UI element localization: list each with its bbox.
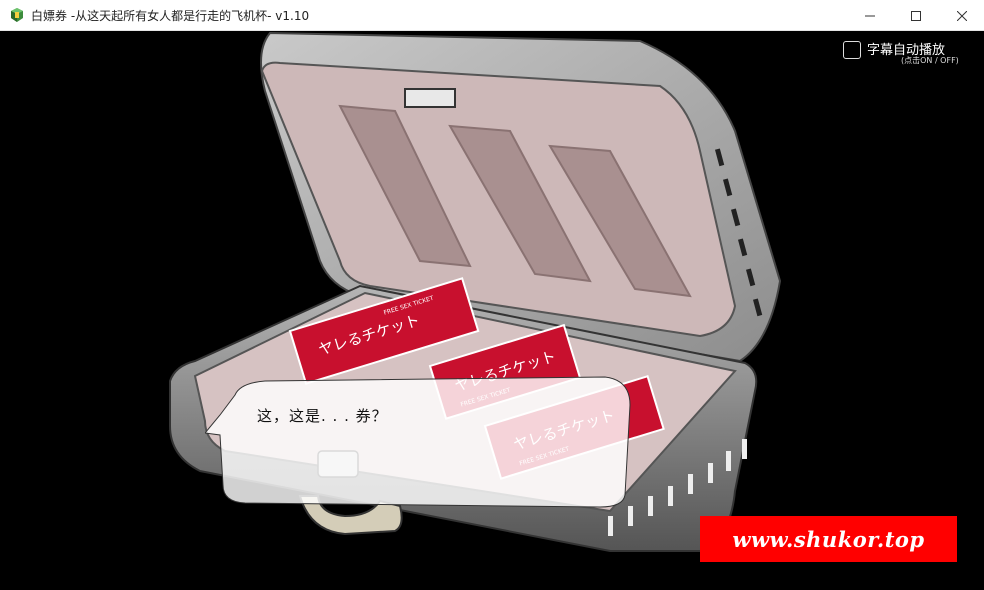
close-icon	[957, 10, 967, 21]
game-scene[interactable]: ヤレるチケット FREE SEX TICKET ヤレるチケット FREE SEX…	[0, 31, 984, 590]
subtitle-hint: (点击ON / OFF)	[901, 56, 959, 65]
subtitle-checkbox[interactable]	[843, 41, 861, 59]
dialog-box[interactable]: 这，这是. . . 券？	[205, 375, 635, 509]
maximize-icon	[911, 10, 921, 21]
speech-bubble-shape	[205, 376, 631, 508]
window-title: 白嫖券 -从这天起所有女人都是行走的飞机杯- v1.10	[31, 9, 310, 23]
game-app-icon	[11, 8, 23, 22]
subtitle-autoplay-toggle[interactable]: 字幕自动播放 (点击ON / OFF)	[843, 40, 983, 76]
minimize-button[interactable]	[847, 0, 893, 31]
window-titlebar: 白嫖券 -从这天起所有女人都是行走的飞机杯- v1.10	[0, 0, 984, 31]
dialog-text: 这，这是. . . 券？	[257, 407, 388, 425]
minimize-icon	[865, 15, 875, 16]
watermark-text: www.shukor.top	[732, 526, 925, 552]
close-button[interactable]	[939, 0, 984, 31]
lid-latch	[404, 88, 456, 108]
maximize-button[interactable]	[893, 0, 939, 31]
watermark-banner: www.shukor.top	[700, 516, 957, 562]
